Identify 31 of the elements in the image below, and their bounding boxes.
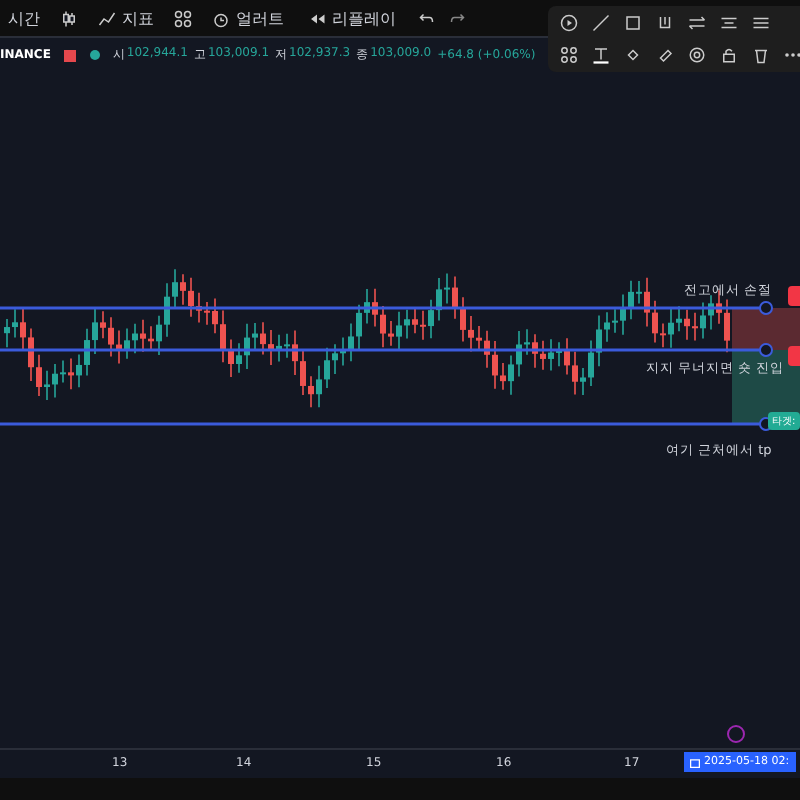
- brush-icon[interactable]: [656, 13, 674, 32]
- rectangle-icon[interactable]: [624, 13, 642, 32]
- stop-loss-zone: [732, 308, 800, 350]
- redo-icon[interactable]: [450, 9, 468, 27]
- chart-line-icon: [98, 9, 116, 27]
- horizontal-line[interactable]: [0, 301, 773, 315]
- candles-icon[interactable]: [60, 9, 78, 27]
- lock-icon[interactable]: [720, 46, 738, 65]
- horizontal-line[interactable]: [0, 417, 773, 431]
- rewind-icon: [308, 9, 326, 27]
- toolbar-button[interactable]: 얼러트: [208, 7, 288, 29]
- grid-icon[interactable]: [174, 9, 192, 27]
- alarm-clock-icon: [212, 9, 230, 27]
- trash-icon[interactable]: [752, 46, 770, 65]
- play-icon[interactable]: [560, 13, 578, 32]
- status-flag-icon: [64, 49, 77, 61]
- text-color-icon[interactable]: [592, 46, 610, 65]
- event-marker-icon[interactable]: [727, 725, 745, 743]
- toolbar-button[interactable]: 지표: [94, 7, 158, 29]
- grid-icon[interactable]: [560, 46, 578, 65]
- undo-icon[interactable]: [416, 9, 434, 27]
- settings-icon[interactable]: [688, 46, 706, 65]
- toolbar-button[interactable]: 시간: [4, 7, 44, 29]
- market-status-icon: [90, 50, 101, 60]
- toolbar-button[interactable]: 리플레이: [304, 7, 400, 29]
- price-label: [788, 286, 800, 306]
- trend-line-icon[interactable]: [592, 13, 610, 32]
- lines-icon[interactable]: [752, 13, 770, 32]
- price-label: [788, 346, 800, 366]
- horizontal-line[interactable]: [0, 343, 773, 357]
- calendar-icon: [690, 757, 700, 767]
